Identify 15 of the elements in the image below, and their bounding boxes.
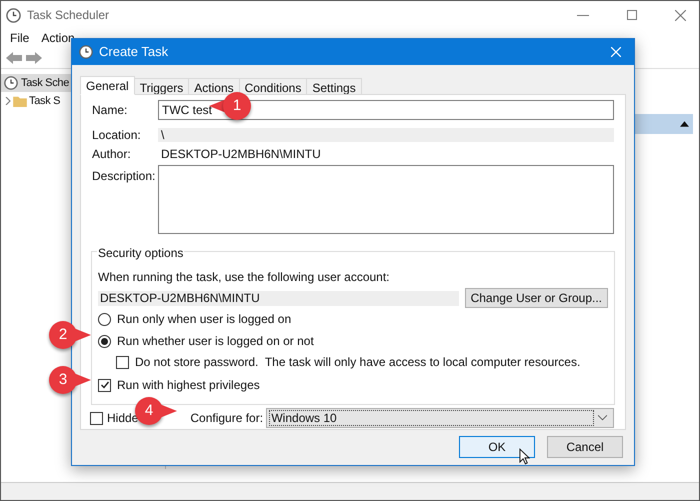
field-label: Author: [92, 146, 132, 163]
field-label: Description: [92, 168, 156, 186]
location-value: \ [158, 128, 614, 142]
radio-label: Run whether user is logged on or not [117, 333, 314, 350]
checkbox-label: Do not store password. The task will only have access to local computer resources. [135, 354, 580, 372]
window-title: Task Scheduler [27, 7, 110, 24]
dialog-title: Create Task [99, 43, 168, 62]
account-prompt: When running the task, use the following user account: [98, 269, 391, 286]
account-field: DESKTOP-U2MBH6N\MINTU [98, 290, 459, 306]
author-value: DESKTOP-U2MBH6N\MINTU [160, 146, 322, 163]
checkbox-label: Run with highest privileges [117, 377, 260, 394]
field-label: Configure for: [190, 410, 264, 428]
radio-label: Run only when user is logged on [117, 311, 292, 328]
field-label: Location: [92, 127, 142, 144]
field-label: Name: [92, 102, 128, 119]
